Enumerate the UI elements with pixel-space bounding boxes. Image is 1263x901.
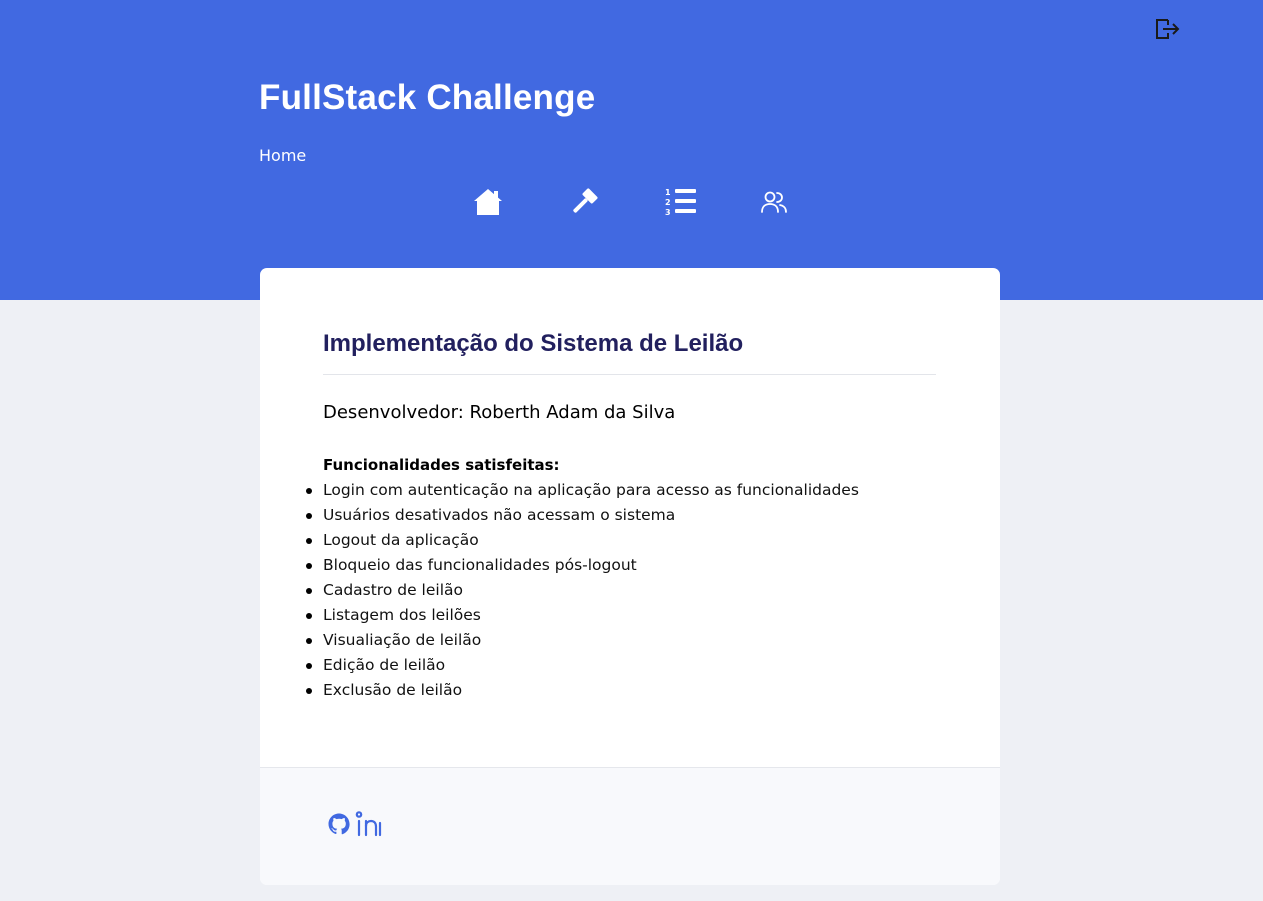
logout-button[interactable] [1152,14,1182,44]
svg-text:1: 1 [665,188,671,197]
svg-text:2: 2 [665,198,671,207]
list-item: Visualiação de leilão [306,628,963,653]
list-item: Logout da aplicação [306,528,963,553]
github-icon [328,813,350,835]
header-banner [0,0,1263,300]
nav-home[interactable] [470,184,506,220]
developer-name: Desenvolvedor: Roberth Adam da Silva [323,402,676,423]
github-link[interactable] [327,811,351,837]
features-heading: Funcionalidades satisfeitas: [323,456,560,474]
users-icon [761,191,787,213]
linkedin-link[interactable] [354,811,384,837]
list-item: Cadastro de leilão [306,578,963,603]
list-item: Exclusão de leilão [306,678,963,703]
card-body: Implementação do Sistema de Leilão Desen… [260,268,1000,767]
logout-icon [1156,19,1180,39]
list-item: Usuários desativados não acessam o siste… [306,503,963,528]
list-item: Bloqueio das funcionalidades pós-logout [306,553,963,578]
nav-users[interactable] [756,184,792,220]
card-footer [260,767,1000,885]
main-nav: 1 2 3 [0,184,1263,220]
list-item: Listagem dos leilões [306,603,963,628]
nav-auctions[interactable] [566,184,602,220]
list-item: Login com autenticação na aplicação para… [306,478,963,503]
page: FullStack Challenge Home 1 2 3 Implement… [0,0,1263,901]
card-title: Implementação do Sistema de Leilão [323,330,744,357]
home-icon [474,189,502,215]
app-title: FullStack Challenge [259,78,596,117]
divider [323,374,936,375]
linkedin-icon [355,811,382,837]
breadcrumb[interactable]: Home [259,146,306,165]
features-list: Login com autenticação na aplicação para… [306,478,963,703]
info-card: Implementação do Sistema de Leilão Desen… [260,268,1000,885]
nav-list[interactable]: 1 2 3 [662,184,698,220]
list-item: Edição de leilão [306,653,963,678]
gavel-icon [573,188,598,213]
svg-text:3: 3 [665,208,671,217]
ordered-list-icon: 1 2 3 [665,188,696,217]
